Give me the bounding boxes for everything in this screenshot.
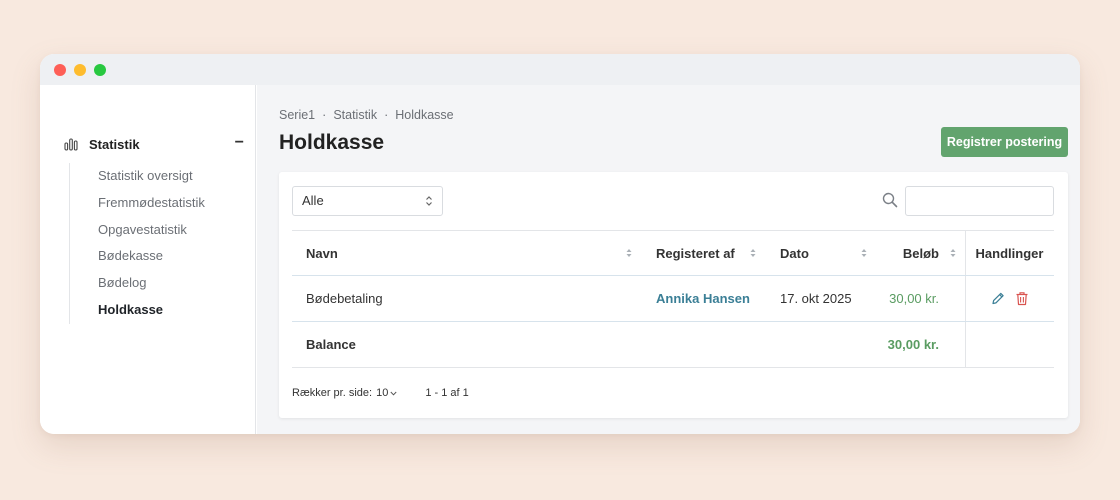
row-registered-by-link[interactable]: Annika Hansen bbox=[656, 276, 766, 321]
row-amount: 30,00 kr. bbox=[889, 291, 939, 306]
sidebar-item-opgavestatistik[interactable]: Opgavestatistik bbox=[70, 217, 229, 244]
table-footer-row: Balance 30,00 kr. bbox=[292, 322, 1054, 368]
breadcrumb-separator: · bbox=[384, 108, 389, 122]
row-actions bbox=[965, 276, 1054, 321]
close-window-button[interactable] bbox=[54, 64, 66, 76]
chevron-up-down-icon bbox=[426, 196, 432, 206]
column-header-belob[interactable]: Beløb bbox=[877, 231, 939, 275]
breadcrumb-item-statistik[interactable]: Statistik bbox=[333, 108, 377, 122]
title-bar bbox=[40, 54, 1080, 85]
column-header-navn[interactable]: Navn bbox=[306, 231, 636, 275]
register-posting-button[interactable]: Registrer postering bbox=[941, 127, 1068, 157]
collapse-toggle[interactable]: − bbox=[235, 135, 244, 151]
breadcrumb-separator: · bbox=[322, 108, 327, 122]
sort-icon[interactable] bbox=[950, 248, 956, 258]
breadcrumb: Serie1 · Statistik · Holdkasse bbox=[279, 108, 454, 122]
minimize-window-button[interactable] bbox=[74, 64, 86, 76]
rows-per-page-select[interactable]: 10 bbox=[376, 387, 388, 399]
pagination-range: 1 - 1 af 1 bbox=[425, 387, 469, 399]
app-window: Statistik − Statistik oversigt Fremmødes… bbox=[40, 54, 1080, 434]
table-row: Bødebetaling Annika Hansen 17. okt 2025 … bbox=[292, 276, 1054, 322]
bar-chart-icon bbox=[64, 138, 78, 151]
search-icon[interactable] bbox=[882, 192, 898, 208]
sort-icon[interactable] bbox=[626, 248, 632, 258]
sidebar-section-statistik[interactable]: Statistik − bbox=[64, 135, 244, 153]
column-header-handlinger: Handlinger bbox=[975, 245, 1044, 261]
sidebar-item-fremmodestatistik[interactable]: Fremmødestatistik bbox=[70, 190, 229, 217]
sort-icon[interactable] bbox=[861, 248, 867, 258]
rows-per-page-label: Rækker pr. side: bbox=[292, 387, 373, 399]
main-content: Serie1 · Statistik · Holdkasse Holdkasse Reg… bbox=[257, 85, 1080, 434]
pagination: Rækker pr. side: 10 1 - 1 af 1 bbox=[292, 387, 469, 399]
page-title: Holdkasse bbox=[279, 131, 385, 154]
row-date: 17. okt 2025 bbox=[780, 291, 852, 306]
sidebar: Statistik − Statistik oversigt Fremmødes… bbox=[40, 85, 256, 434]
sidebar-section-label: Statistik bbox=[89, 136, 140, 152]
filter-select-value: Alle bbox=[302, 193, 324, 208]
breadcrumb-item-holdkasse: Holdkasse bbox=[395, 108, 454, 122]
breadcrumb-item-serie[interactable]: Serie1 bbox=[279, 108, 315, 122]
sidebar-item-holdkasse[interactable]: Holdkasse bbox=[70, 297, 229, 324]
sort-icon[interactable] bbox=[750, 248, 756, 258]
filter-select[interactable]: Alle bbox=[292, 186, 443, 216]
search-input[interactable] bbox=[905, 186, 1054, 216]
sidebar-item-bodelog[interactable]: Bødelog bbox=[70, 270, 229, 297]
sidebar-item-statistik-oversigt[interactable]: Statistik oversigt bbox=[70, 163, 229, 190]
pencil-icon[interactable] bbox=[991, 291, 1005, 306]
trash-icon[interactable] bbox=[1015, 291, 1029, 306]
sidebar-nav: Statistik oversigt Fremmødestatistik Opg… bbox=[69, 163, 229, 324]
balance-label: Balance bbox=[306, 337, 356, 352]
maximize-window-button[interactable] bbox=[94, 64, 106, 76]
balance-amount: 30,00 kr. bbox=[887, 337, 939, 352]
ledger-card: Alle Navn Registeret af Dato Beløb Handl… bbox=[279, 172, 1068, 418]
column-header-dato[interactable]: Dato bbox=[780, 231, 870, 275]
chevron-down-icon[interactable] bbox=[390, 391, 397, 396]
row-name: Bødebetaling bbox=[306, 291, 383, 306]
ledger-table: Navn Registeret af Dato Beløb Handlinger… bbox=[292, 230, 1054, 368]
sidebar-item-bodekasse[interactable]: Bødekasse bbox=[70, 243, 229, 270]
table-header-row: Navn Registeret af Dato Beløb Handlinger bbox=[292, 230, 1054, 276]
